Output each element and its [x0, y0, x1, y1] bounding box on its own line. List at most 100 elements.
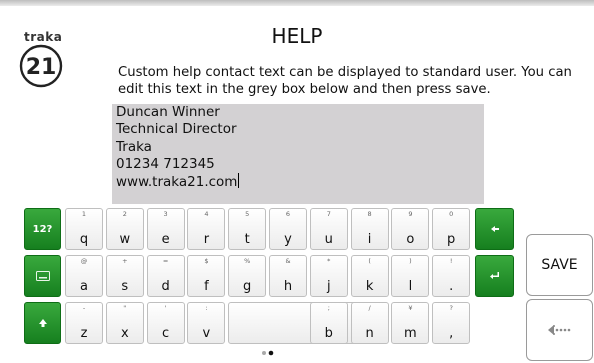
enter-key[interactable]	[475, 255, 514, 297]
page-indicator	[262, 350, 274, 356]
key-z[interactable]: -z	[65, 302, 103, 344]
page-title: HELP	[271, 24, 323, 48]
key-b[interactable]: ; b	[309, 302, 348, 344]
key-n[interactable]: / n	[350, 302, 389, 344]
help-text-line: Duncan Winner	[116, 104, 220, 120]
key-primary-char: h	[283, 279, 293, 294]
key-secondary-char: 1	[81, 210, 87, 218]
key-primary-char: s	[121, 279, 129, 294]
key-secondary-char: ;	[327, 304, 330, 312]
key-primary-char: a	[80, 279, 88, 294]
key-g[interactable]: % g	[228, 255, 267, 297]
key-primary-char: o	[406, 232, 415, 247]
key-primary-char: .	[449, 279, 454, 294]
back-arrow-icon	[547, 325, 570, 335]
help-text-line: Traka	[116, 138, 152, 155]
help-description: Custom help contact text can be displaye…	[118, 65, 572, 97]
traka21-logo-icon: 21	[19, 44, 63, 88]
key-r[interactable]: 4r	[187, 208, 226, 250]
key-primary-char: v	[202, 326, 211, 341]
key-a[interactable]: @ a	[65, 255, 103, 297]
help-text-line: 01234 712345	[116, 155, 215, 172]
key-primary-char: l	[408, 279, 413, 294]
key-period[interactable]: !.	[432, 255, 471, 297]
back-button[interactable]	[526, 299, 593, 361]
key-secondary-char: "	[123, 304, 127, 312]
key-primary-char: d	[161, 279, 170, 294]
key-primary-char: x	[120, 326, 129, 341]
key-secondary-char: +	[122, 257, 128, 265]
key-u[interactable]: 7u	[309, 208, 348, 250]
key-secondary-char: *	[327, 257, 331, 265]
key-i[interactable]: 8i	[350, 208, 389, 250]
key-secondary-char: :	[205, 304, 208, 312]
key-t[interactable]: 5t	[228, 208, 267, 250]
key-secondary-char: 4	[204, 210, 209, 218]
symbols-mode-key[interactable]: 12?	[24, 208, 61, 250]
help-text-box[interactable]: Duncan Winner Technical Director Traka 0…	[112, 104, 484, 204]
key-x[interactable]: " x	[105, 302, 144, 344]
key-secondary-char: 0	[449, 210, 454, 218]
key-primary-char: j	[326, 279, 331, 294]
key-primary-char: q	[79, 232, 89, 247]
key-o[interactable]: 9o	[391, 208, 430, 250]
key-secondary-char: %	[244, 257, 251, 265]
key-d[interactable]: = d	[146, 255, 185, 297]
key-primary-char: p	[447, 232, 456, 247]
logo-number: 21	[26, 55, 57, 80]
key-q[interactable]: 1q	[65, 208, 103, 250]
key-primary-char: i	[367, 232, 372, 247]
key-c[interactable]: ' c	[146, 302, 185, 344]
shift-arrow-icon	[38, 319, 47, 327]
key-primary-char: z	[80, 326, 88, 341]
key-m[interactable]: ¥ m	[391, 302, 430, 344]
key-secondary-char: )	[409, 257, 412, 265]
key-f[interactable]: $ f	[187, 255, 226, 297]
key-primary-char: g	[243, 279, 252, 294]
page-dot-active[interactable]	[268, 350, 274, 356]
key-v[interactable]: :v	[187, 302, 226, 344]
key-secondary-char: (	[368, 257, 371, 265]
key-primary-char: n	[365, 326, 374, 341]
key-secondary-char: 7	[326, 210, 331, 218]
key-secondary-char: 6	[285, 210, 291, 218]
key-secondary-char: ?	[449, 304, 453, 312]
key-y[interactable]: 6y	[269, 208, 307, 250]
text-cursor	[238, 173, 240, 189]
key-e[interactable]: 3e	[146, 208, 185, 250]
help-text-line: Technical Director	[116, 121, 237, 138]
key-secondary-char: 2	[122, 210, 127, 218]
emoji-key[interactable]	[24, 255, 61, 297]
key-primary-char: m	[404, 326, 417, 341]
key-l[interactable]: ) l	[391, 255, 430, 297]
key-s[interactable]: + s	[105, 255, 144, 297]
key-k[interactable]: (k	[350, 255, 389, 297]
key-secondary-char: /	[368, 304, 371, 312]
on-screen-keyboard: 12? 1 q 2 w 3 e 4 r 5 t 6 y 7 u 8 i 9 o 0 p @ a + s = d $ f% g & h * j(k…	[24, 208, 514, 344]
key-primary-char: w	[119, 232, 131, 247]
key-h[interactable]: & h	[269, 255, 307, 297]
key-primary-char: e	[161, 232, 170, 247]
key-primary-char: ,	[449, 326, 454, 341]
help-text-line-last: www.traka21.com	[116, 173, 484, 191]
backspace-key[interactable]	[475, 208, 514, 250]
key-w[interactable]: 2w	[105, 208, 144, 250]
key-comma[interactable]: ?,	[432, 302, 471, 344]
enter-arrow-icon	[489, 272, 499, 279]
key-secondary-char: 8	[367, 210, 372, 218]
page-dot[interactable]	[262, 351, 266, 355]
key-primary-char: y	[284, 232, 292, 247]
key-p[interactable]: 0p	[432, 208, 471, 250]
symbols-mode-label: 12?	[32, 223, 53, 235]
save-button-label: SAVE	[541, 257, 578, 273]
key-secondary-char: @	[80, 257, 88, 265]
key-j[interactable]: * j	[309, 255, 348, 297]
shift-key[interactable]	[24, 302, 61, 344]
top-bar	[0, 0, 594, 6]
key-primary-char: t	[244, 232, 250, 247]
key-secondary-char: $	[204, 257, 209, 265]
key-primary-char: u	[324, 232, 333, 247]
key-secondary-char: 3	[163, 210, 168, 218]
key-secondary-char: -	[82, 304, 86, 312]
save-button[interactable]: SAVE	[526, 234, 593, 296]
